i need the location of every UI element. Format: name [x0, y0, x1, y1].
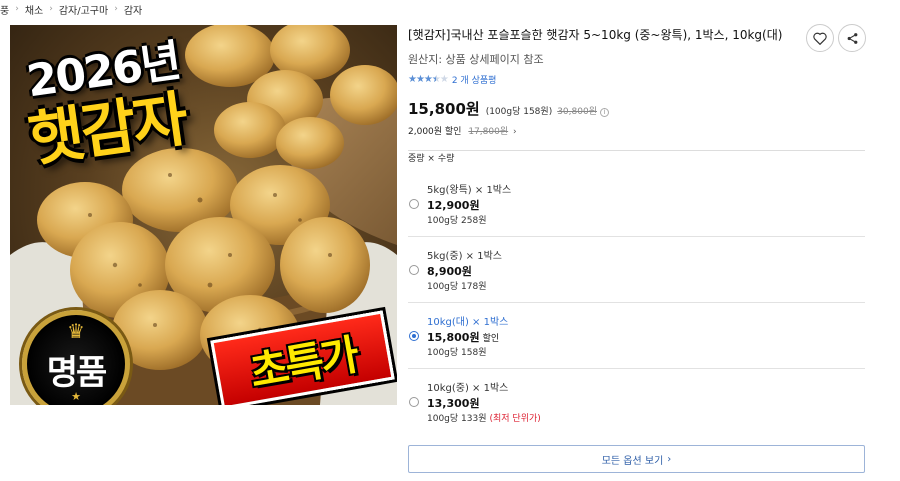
- option-name: 5kg(왕특) × 1박스: [427, 185, 512, 196]
- discount-tag: 할인: [482, 334, 500, 344]
- chevron-right-icon: ›: [667, 453, 672, 465]
- review-count-link[interactable]: 2 개 상품평: [452, 73, 497, 86]
- discount-old-price: 17,800원: [468, 127, 509, 137]
- divider: [408, 150, 865, 151]
- sale-price: 15,800원: [408, 100, 480, 118]
- breadcrumb-item[interactable]: 감자: [124, 2, 142, 17]
- option-price: 13,300원: [427, 397, 480, 410]
- option-name: 5kg(중) × 1박스: [427, 251, 503, 262]
- option-name: 10kg(중) × 1박스: [427, 383, 509, 394]
- original-price: 30,800원: [557, 107, 597, 117]
- option-name: 10kg(대) × 1박스: [427, 317, 509, 328]
- lowest-unit-price-note: (최저 단위가): [489, 414, 541, 424]
- option-radio[interactable]: [409, 397, 419, 407]
- option-unit-price: 100g당 178원: [427, 282, 487, 292]
- breadcrumb-item[interactable]: 채소: [25, 2, 43, 17]
- divider: [408, 302, 865, 303]
- breadcrumb-item[interactable]: 풍: [0, 2, 9, 17]
- breadcrumb: 풍 › 채소 › 감자/고구마 › 감자: [0, 0, 142, 18]
- sale-banner-text: 초특가: [246, 329, 360, 397]
- option-unit-price: 100g당 258원: [427, 216, 487, 226]
- breadcrumb-separator-icon: ›: [49, 4, 53, 14]
- option-unit-price: 100g당 158원: [427, 348, 487, 358]
- discount-amount: 2,000원 할인: [408, 127, 462, 137]
- discount-row[interactable]: 2,000원 할인 17,800원 ›: [408, 124, 868, 137]
- breadcrumb-separator-icon: ›: [114, 4, 118, 14]
- unit-price: (100g당 158원): [485, 107, 553, 117]
- options-label: 중량 × 수량: [408, 154, 455, 164]
- price-row: 15,800원 (100g당 158원) 30,800원 i: [408, 98, 868, 119]
- breadcrumb-item[interactable]: 감자/고구마: [59, 2, 108, 17]
- option-price: 8,900원: [427, 265, 472, 278]
- option-radio[interactable]: [409, 265, 419, 275]
- crown-icon: ♛: [67, 319, 85, 343]
- option-radio[interactable]: [409, 199, 419, 209]
- view-all-options-button[interactable]: 모든 옵션 보기 ›: [408, 445, 865, 473]
- option-price: 15,800원 할인: [427, 331, 500, 344]
- option-unit-price: 100g당 133원 (최저 단위가): [427, 414, 541, 424]
- rating-row: ★★★★★★ 2 개 상품평: [408, 73, 868, 86]
- breadcrumb-separator-icon: ›: [15, 4, 19, 14]
- medal-text: 명품: [46, 353, 108, 393]
- option-radio-checked[interactable]: [409, 331, 419, 341]
- view-all-options-label: 모든 옵션 보기: [601, 455, 664, 467]
- star-icon: ★: [71, 390, 81, 403]
- info-icon[interactable]: i: [599, 108, 609, 117]
- divider: [408, 236, 865, 237]
- product-image[interactable]: 2026년 햇감자 ♛ 명품 ★ 초특가: [10, 25, 397, 405]
- divider: [408, 368, 865, 369]
- product-info: [햇감자]국내산 포슬포슬한 햇감자 5~10kg (중~왕특), 1박스, 1…: [408, 27, 868, 151]
- product-title: [햇감자]국내산 포슬포슬한 햇감자 5~10kg (중~왕특), 1박스, 1…: [408, 28, 783, 42]
- star-rating-icon: ★★★★★★: [408, 74, 449, 85]
- option-price: 12,900원: [427, 199, 480, 212]
- product-origin: 원산지: 상품 상세페이지 참조: [408, 53, 544, 66]
- premium-medal: ♛ 명품 ★: [22, 310, 130, 405]
- chevron-right-icon: ›: [513, 127, 517, 137]
